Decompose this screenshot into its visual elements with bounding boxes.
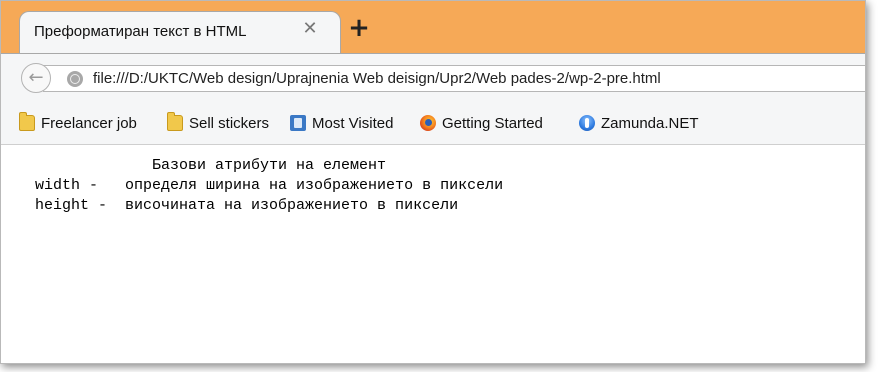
most-visited-icon (290, 115, 306, 132)
url-bar[interactable]: file:///D:/UKTC/Web design/Uprajnenia We… (43, 65, 865, 92)
bookmarks-toolbar: Freelancer job Sell stickers Most Visite… (1, 105, 865, 145)
firefox-icon (420, 115, 436, 132)
bookmark-zamunda[interactable]: Zamunda.NET (579, 115, 699, 137)
zamunda-icon (579, 115, 595, 132)
browser-window: Преформатиран текст в HTML ✕ + file:///D… (0, 0, 866, 364)
new-tab-button[interactable]: + (347, 15, 371, 41)
pre-line-width: width - определя ширина на изображението… (17, 177, 504, 194)
globe-icon (67, 71, 83, 87)
bookmark-sell-stickers[interactable]: Sell stickers (167, 112, 270, 137)
bookmark-freelancer-job[interactable]: Freelancer job (19, 112, 137, 137)
pre-line-heading: Базови атрибути на елемент (17, 157, 387, 174)
folder-icon (19, 112, 35, 132)
bookmark-label: Getting Started (442, 115, 543, 132)
bookmark-label: Freelancer job (41, 115, 137, 132)
preformatted-text: Базови атрибути на елемент width - опред… (17, 156, 503, 216)
bookmark-getting-started[interactable]: Getting Started (420, 115, 543, 137)
page-content: Базови атрибути на елемент width - опред… (1, 145, 865, 363)
navigation-bar: file:///D:/UKTC/Web design/Uprajnenia We… (1, 53, 865, 105)
tab-title: Преформатиран текст в HTML (34, 23, 247, 40)
url-text[interactable]: file:///D:/UKTC/Web design/Uprajnenia We… (93, 70, 661, 87)
tab-strip: Преформатиран текст в HTML ✕ + (1, 1, 865, 55)
back-button[interactable]: ← (21, 63, 51, 93)
close-icon[interactable]: ✕ (300, 19, 320, 39)
bookmark-label: Most Visited (312, 115, 394, 132)
bookmark-label: Zamunda.NET (601, 115, 699, 132)
pre-line-height: height - височината на изображението в п… (17, 197, 459, 214)
bookmark-label: Sell stickers (189, 115, 270, 132)
tab-active[interactable]: Преформатиран текст в HTML ✕ (19, 11, 341, 55)
bookmark-most-visited[interactable]: Most Visited (290, 115, 393, 137)
folder-icon (167, 112, 183, 132)
